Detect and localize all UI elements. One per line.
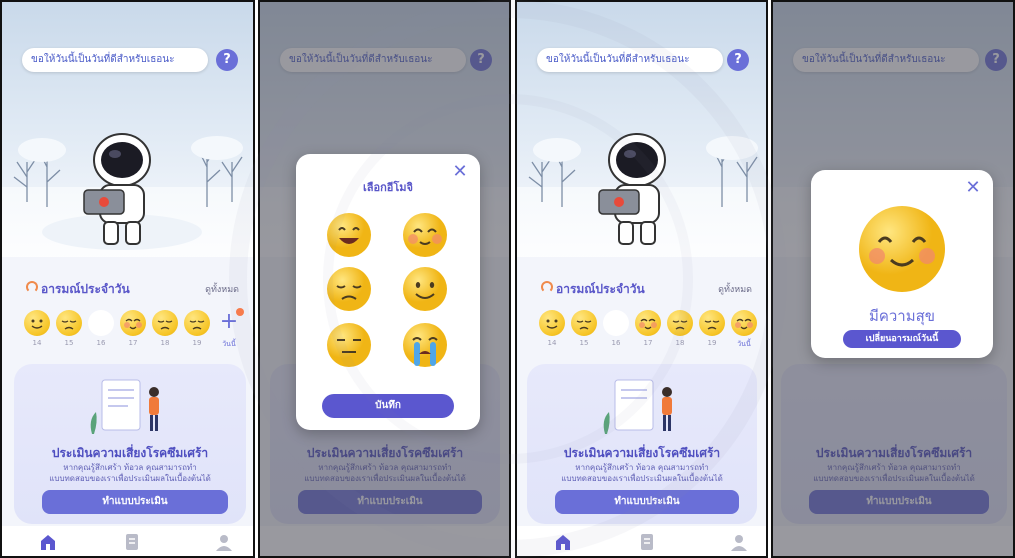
see-all-link[interactable]: ดูทั้งหมด (718, 282, 752, 296)
profile-icon[interactable] (214, 532, 234, 552)
cry-emoji-option[interactable] (402, 322, 448, 368)
start-assessment-button[interactable]: ทำแบบประเมิน (555, 490, 739, 514)
greeting-bar: ขอให้วันนี้เป็นวันที่ดีสำหรับเธอนะ (537, 48, 723, 72)
greeting-bar: ขอให้วันนี้เป็นวันที่ดีสำหรับเธอนะ (22, 48, 208, 72)
screen-home-updated: ขอให้วันนี้เป็นวันที่ดีสำหรับเธอนะ ? อาร… (515, 0, 768, 558)
laugh-emoji-option[interactable] (326, 212, 372, 258)
mood-day-18[interactable]: 18 (152, 310, 178, 347)
start-assessment-button[interactable]: ทำแบบประเมิน (42, 490, 228, 514)
screen-emoji-picker: ขอให้วันนี้เป็นวันที่ดีสำหรับเธอนะ ? ประ… (258, 0, 511, 558)
assessment-illustration (90, 379, 159, 434)
smile-emoji-icon (24, 310, 50, 336)
see-all-link[interactable]: ดูทั้งหมด (205, 282, 239, 296)
add-mood-button[interactable]: + (216, 308, 244, 336)
notification-dot (236, 308, 244, 316)
mood-day-today[interactable]: วันนี้ (731, 310, 757, 350)
home-icon[interactable] (553, 532, 573, 552)
astronaut-illustration (83, 133, 151, 245)
mood-day-15[interactable]: 15 (56, 310, 82, 347)
mood-day-19[interactable]: 19 (184, 310, 210, 347)
assessment-title: ประเมินความเสี่ยงโรคซึมเศร้า (51, 446, 209, 460)
mood-section-title: อารมณ์ประจำวัน (41, 282, 130, 296)
mood-day-14[interactable]: 14 (24, 310, 50, 347)
astronaut-illustration (598, 133, 666, 245)
sad-emoji-icon (184, 310, 210, 336)
mood-day-17[interactable]: 17 (120, 310, 146, 347)
mood-result-modal: ✕ มีความสุข เปลี่ยนอารมณ์วันนี้ (811, 170, 993, 358)
sad-emoji-icon (56, 310, 82, 336)
bottom-nav (2, 526, 253, 556)
sad-emoji-option[interactable] (326, 266, 372, 312)
help-button[interactable]: ? (727, 49, 749, 71)
blush-emoji-icon (731, 310, 757, 336)
mood-day-16[interactable]: 16 (88, 310, 114, 347)
close-icon[interactable]: ✕ (963, 178, 983, 198)
blush-emoji-icon (120, 310, 146, 336)
bottom-nav (517, 526, 766, 556)
screen-mood-result: ขอให้วันนี้เป็นวันที่ดีสำหรับเธอนะ ? ประ… (771, 0, 1015, 558)
blush-emoji-option[interactable] (402, 212, 448, 258)
modal-title: เลือกอีโมจิ (363, 181, 413, 194)
assessment-card: ประเมินความเสี่ยงโรคซึมเศร้า หากคุณรู้สึ… (527, 364, 757, 524)
neutral-emoji-option[interactable] (326, 322, 372, 368)
profile-icon[interactable] (729, 532, 749, 552)
emoji-picker-modal: ✕ เลือกอีโมจิ บันทึก (296, 154, 480, 430)
smile-emoji-option[interactable] (402, 266, 448, 312)
sad-emoji-icon (152, 310, 178, 336)
greeting-text: ขอให้วันนี้เป็นวันที่ดีสำหรับเธอนะ (31, 54, 175, 65)
happy-emoji-icon (859, 206, 945, 292)
help-button[interactable]: ? (216, 49, 238, 71)
mood-week-row: 14 15 16 17 18 19 วันนี้ (539, 310, 765, 350)
document-icon[interactable] (122, 532, 142, 552)
assessment-card: ประเมินความเสี่ยงโรคซึมเศร้า หากคุณรู้สึ… (14, 364, 246, 524)
home-icon[interactable] (38, 532, 58, 552)
save-button[interactable]: บันทึก (322, 394, 454, 418)
assessment-description: หากคุณรู้สึกเศร้า ท้อวล คุณสามารถทำ แบบท… (49, 463, 211, 483)
mood-week-row: 14 15 16 17 18 19 + วันนี้ (24, 308, 250, 350)
mood-result-title: มีความสุข (868, 307, 936, 325)
empty-mood-slot (88, 310, 114, 336)
mood-day-today[interactable]: + วันนี้ (216, 308, 244, 350)
change-mood-button[interactable]: เปลี่ยนอารมณ์วันนี้ (843, 330, 961, 348)
document-icon[interactable] (637, 532, 657, 552)
screen-home: ขอให้วันนี้เป็นวันที่ดีสำหรับเธอนะ ? อาร… (0, 0, 255, 558)
